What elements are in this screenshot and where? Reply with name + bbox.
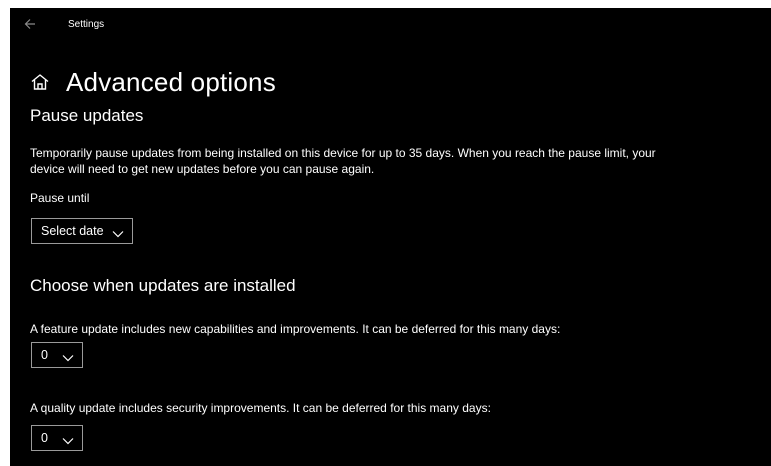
quality-update-text: A quality update includes security impro…	[30, 401, 491, 415]
app-title: Settings	[68, 19, 105, 30]
title-bar: Settings	[10, 8, 771, 42]
feature-update-defer-select[interactable]: 0	[31, 342, 83, 368]
pause-updates-description-line1: Temporarily pause updates from being ins…	[30, 146, 656, 160]
choose-updates-heading: Choose when updates are installed	[30, 276, 296, 295]
pause-updates-heading: Pause updates	[30, 106, 144, 125]
chevron-down-icon	[62, 351, 74, 362]
quality-update-defer-select[interactable]: 0	[31, 425, 83, 451]
pause-until-label: Pause until	[30, 191, 90, 205]
settings-window: Settings Advanced options Pause updates …	[10, 8, 771, 466]
feature-update-text: A feature update includes new capabiliti…	[30, 322, 561, 336]
chevron-down-icon	[62, 434, 74, 445]
pause-updates-description-line2: device will need to get new updates befo…	[30, 162, 375, 176]
feature-update-defer-value: 0	[41, 348, 48, 362]
back-button[interactable]	[24, 18, 42, 32]
pause-until-value: Select date	[41, 224, 104, 238]
page-header: Advanced options	[30, 64, 276, 100]
chevron-down-icon	[112, 227, 124, 238]
pause-until-select[interactable]: Select date	[31, 218, 133, 244]
home-icon[interactable]	[30, 72, 50, 92]
page-title: Advanced options	[66, 66, 276, 97]
quality-update-defer-value: 0	[41, 431, 48, 445]
back-arrow-icon	[24, 19, 35, 29]
